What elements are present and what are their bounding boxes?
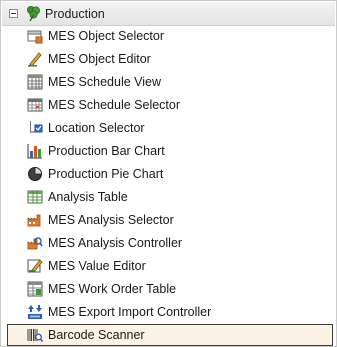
group-header-production[interactable]: Production — [2, 2, 335, 26]
pie-chart-icon — [27, 166, 43, 182]
list-item-mes-object-editor[interactable]: MES Object Editor — [7, 48, 333, 70]
item-label: Barcode Scanner — [48, 328, 145, 342]
item-label: MES Analysis Selector — [48, 213, 174, 227]
component-palette: Production MES Object Selector MES Objec… — [0, 0, 337, 347]
value-editor-icon — [27, 258, 43, 274]
analysis-selector-icon — [27, 212, 43, 228]
item-label: Location Selector — [48, 121, 145, 135]
item-label: MES Schedule View — [48, 75, 162, 89]
item-label: MES Object Editor — [48, 52, 151, 66]
list-item-mes-work-order-table[interactable]: MES Work Order Table — [7, 278, 333, 300]
list-item-production-pie-chart[interactable]: Production Pie Chart — [7, 163, 333, 185]
work-order-table-icon — [27, 281, 43, 297]
analysis-controller-icon — [27, 235, 43, 251]
item-label: Production Bar Chart — [48, 144, 165, 158]
bar-chart-icon — [27, 143, 43, 159]
location-selector-icon — [27, 120, 43, 136]
collapse-toggle-icon[interactable] — [9, 9, 18, 18]
list-item-mes-export-import-controller[interactable]: MES Export Import Controller — [7, 301, 333, 323]
item-label: Production Pie Chart — [48, 167, 164, 181]
table-icon — [27, 189, 43, 205]
schedule-grid-icon — [27, 74, 43, 90]
list-item-mes-schedule-selector[interactable]: MES Schedule Selector — [7, 94, 333, 116]
item-label: Analysis Table — [48, 190, 128, 204]
item-label: MES Schedule Selector — [48, 98, 181, 112]
item-label: MES Value Editor — [48, 259, 146, 273]
calendar-selector-icon — [27, 97, 43, 113]
object-selector-icon — [27, 28, 43, 44]
list-item-mes-analysis-selector[interactable]: MES Analysis Selector — [7, 209, 333, 231]
item-label: MES Object Selector — [48, 29, 165, 43]
item-label: MES Export Import Controller — [48, 305, 212, 319]
list-item-analysis-table[interactable]: Analysis Table — [7, 186, 333, 208]
list-item-mes-value-editor[interactable]: MES Value Editor — [7, 255, 333, 277]
list-item-barcode-scanner[interactable]: Barcode Scanner — [7, 324, 333, 346]
list-item-location-selector[interactable]: Location Selector — [7, 117, 333, 139]
clover-icon — [25, 5, 42, 22]
barcode-scanner-icon — [27, 327, 43, 343]
list-item-mes-object-selector[interactable]: MES Object Selector — [7, 25, 333, 47]
list-item-production-bar-chart[interactable]: Production Bar Chart — [7, 140, 333, 162]
item-label: MES Work Order Table — [48, 282, 177, 296]
group-title: Production — [45, 7, 105, 21]
export-import-icon — [27, 304, 43, 320]
pencil-icon — [27, 51, 43, 67]
list-item-mes-schedule-view[interactable]: MES Schedule View — [7, 71, 333, 93]
item-label: MES Analysis Controller — [48, 236, 183, 250]
list-item-mes-analysis-controller[interactable]: MES Analysis Controller — [7, 232, 333, 254]
